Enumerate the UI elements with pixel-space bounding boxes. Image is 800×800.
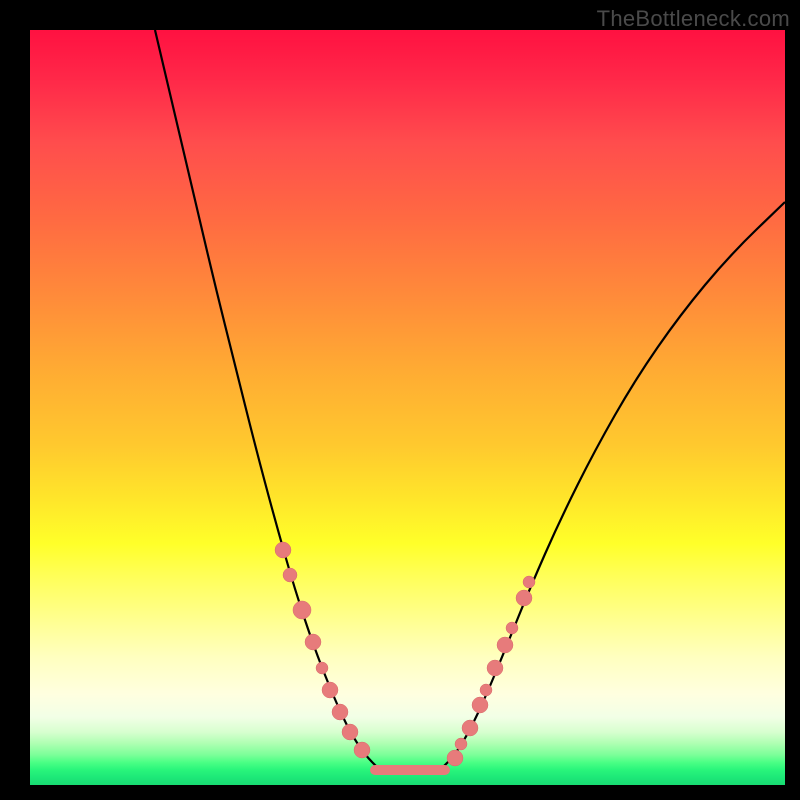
- data-point: [316, 662, 328, 674]
- data-point: [293, 601, 311, 619]
- data-point: [455, 738, 467, 750]
- curve-right-branch: [380, 202, 785, 770]
- data-point: [447, 750, 463, 766]
- data-point: [480, 684, 492, 696]
- data-point: [523, 576, 535, 588]
- data-point: [332, 704, 348, 720]
- dots-left-group: [275, 542, 370, 758]
- data-point: [462, 720, 478, 736]
- data-point: [497, 637, 513, 653]
- data-point: [283, 568, 297, 582]
- data-point: [322, 682, 338, 698]
- curve-left-branch: [155, 30, 440, 770]
- data-point: [354, 742, 370, 758]
- dots-right-group: [447, 576, 535, 766]
- plot-area: [30, 30, 785, 785]
- watermark-text: TheBottleneck.com: [597, 6, 790, 32]
- data-point: [516, 590, 532, 606]
- data-point: [275, 542, 291, 558]
- data-point: [342, 724, 358, 740]
- data-point: [506, 622, 518, 634]
- chart-frame: TheBottleneck.com: [0, 0, 800, 800]
- data-point: [487, 660, 503, 676]
- data-point: [472, 697, 488, 713]
- curve-svg: [30, 30, 785, 785]
- data-point: [305, 634, 321, 650]
